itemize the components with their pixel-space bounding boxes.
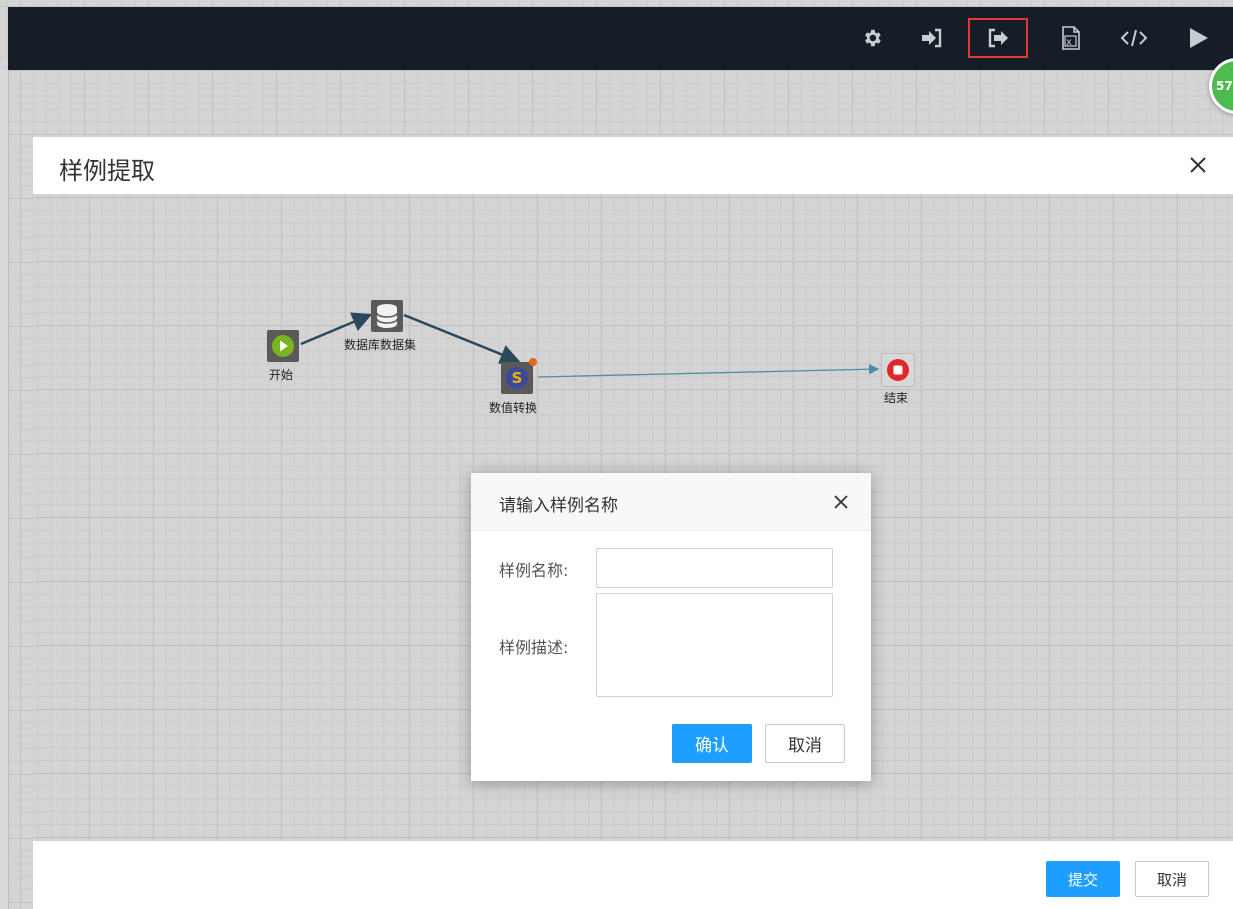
node-status-dot: [529, 358, 537, 366]
modal-title: 样例提取: [59, 157, 155, 185]
modal-cancel-button[interactable]: 取消: [1135, 861, 1209, 897]
sample-name-input[interactable]: [596, 548, 833, 588]
excel-icon[interactable]: x: [1054, 21, 1088, 55]
dialog-cancel-button[interactable]: 取消: [765, 724, 845, 763]
node-end[interactable]: [881, 353, 915, 387]
sample-desc-label: 样例描述:: [499, 638, 569, 657]
play-icon: [272, 335, 294, 357]
close-icon[interactable]: [831, 492, 851, 512]
stop-icon: [887, 359, 909, 381]
database-icon: [376, 304, 398, 328]
sample-desc-textarea[interactable]: [596, 593, 833, 697]
close-icon[interactable]: [1185, 152, 1211, 178]
edge-dataset-transform: [403, 313, 521, 364]
submit-button[interactable]: 提交: [1046, 861, 1120, 897]
modal-footer: 提交 取消: [33, 841, 1233, 909]
edge-transform-end: [537, 364, 880, 378]
script-s-icon: S: [506, 367, 528, 389]
export-icon[interactable]: [968, 18, 1028, 58]
confirm-button[interactable]: 确认: [672, 724, 752, 763]
node-label-dataset: 数据库数据集: [344, 338, 417, 352]
top-toolbar: x: [8, 7, 1233, 70]
modal-header: 样例提取: [33, 137, 1233, 195]
version-badge-text: 57: [1216, 79, 1233, 93]
run-icon[interactable]: [1182, 21, 1216, 55]
left-panel-edge: [0, 70, 9, 909]
node-label-start: 开始: [269, 368, 294, 382]
node-transform[interactable]: S: [501, 362, 533, 394]
import-icon[interactable]: [915, 21, 949, 55]
dialog-title: 请输入样例名称: [499, 496, 618, 516]
node-dataset[interactable]: [371, 300, 403, 332]
sample-name-dialog: 请输入样例名称 样例名称: 样例描述: 确认 取消: [471, 473, 871, 781]
svg-text:S: S: [512, 369, 523, 387]
sample-name-label: 样例名称:: [499, 561, 569, 580]
node-label-end: 结束: [884, 391, 909, 405]
code-icon[interactable]: [1117, 21, 1151, 55]
settings-icon[interactable]: [855, 21, 889, 55]
dialog-header: 请输入样例名称: [471, 473, 871, 531]
node-start[interactable]: [267, 330, 299, 362]
node-label-transform: 数值转换: [489, 401, 538, 415]
